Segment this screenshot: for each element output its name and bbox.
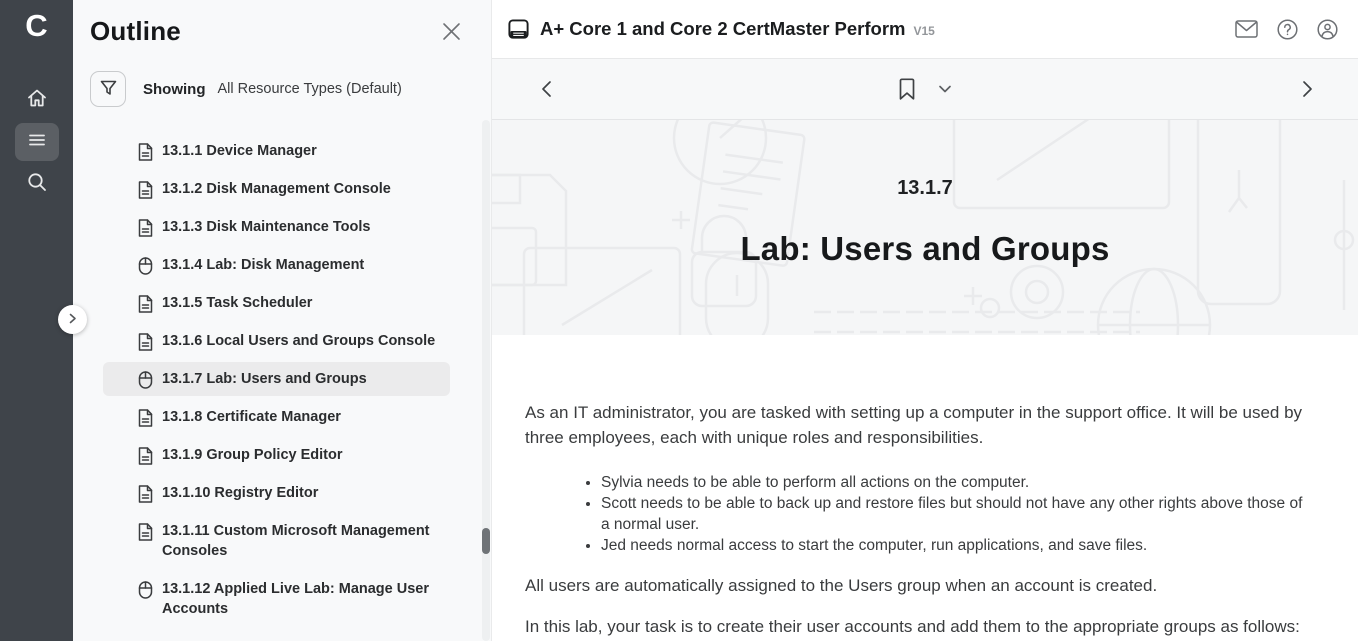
outline-item[interactable]: 13.1.6 Local Users and Groups Console (103, 324, 450, 358)
note-paragraph: All users are automatically assigned to … (525, 574, 1308, 599)
outline-item-label: 13.1.6 Local Users and Groups Console (162, 331, 435, 351)
lesson-hero-banner: 13.1.7 Lab: Users and Groups (492, 120, 1358, 335)
help-icon[interactable] (1277, 19, 1298, 40)
outline-item-label: 13.1.1 Device Manager (162, 141, 317, 161)
chevron-right-icon (67, 311, 78, 329)
bullet-item: Sylvia needs to be able to perform all a… (601, 472, 1308, 493)
outline-item-label: 13.1.3 Disk Maintenance Tools (162, 217, 370, 237)
page-title: Lab: Users and Groups (740, 230, 1109, 268)
bullet-list: Sylvia needs to be able to perform all a… (601, 472, 1308, 556)
bullet-item: Scott needs to be able to back up and re… (601, 493, 1308, 535)
lab-mouse-icon (138, 257, 153, 275)
bookmark-icon[interactable] (899, 78, 916, 100)
lesson-nav-bar (492, 59, 1358, 120)
outline-panel: Outline Showing All Resource Types (Defa… (73, 0, 492, 641)
outline-scrollbar-track[interactable] (482, 120, 490, 641)
main-area: A+ Core 1 and Core 2 CertMaster Perform … (492, 0, 1358, 641)
document-icon (138, 295, 153, 313)
outline-item-label: 13.1.2 Disk Management Console (162, 179, 391, 199)
outline-scrollbar-thumb[interactable] (482, 528, 490, 554)
sidebar-item-search[interactable] (15, 165, 59, 203)
showing-label: Showing (143, 81, 206, 98)
outline-item[interactable]: 13.1.8 Certificate Manager (103, 400, 450, 434)
outline-item[interactable]: 13.1.10 Registry Editor (103, 476, 450, 510)
outline-item-label: 13.1.12 Applied Live Lab: Manage User Ac… (162, 579, 440, 619)
document-icon (138, 219, 153, 237)
filter-funnel-icon (100, 80, 117, 99)
document-icon (138, 143, 153, 161)
filter-button[interactable] (90, 71, 126, 107)
outline-item-label: 13.1.5 Task Scheduler (162, 293, 312, 313)
course-title: A+ Core 1 and Core 2 CertMaster Perform (540, 18, 906, 40)
course-header: A+ Core 1 and Core 2 CertMaster Perform … (492, 0, 1358, 59)
outline-item-label: 13.1.9 Group Policy Editor (162, 445, 343, 465)
task-paragraph: In this lab, your task is to create thei… (525, 615, 1308, 640)
lesson-content[interactable]: 13.1.7 Lab: Users and Groups As an IT ad… (492, 120, 1358, 641)
document-icon (138, 181, 153, 199)
outline-item[interactable]: 13.1.9 Group Policy Editor (103, 438, 450, 472)
outline-item[interactable]: 13.1.1 Device Manager (103, 134, 450, 168)
document-icon (138, 485, 153, 503)
document-icon (138, 333, 153, 351)
document-icon (138, 409, 153, 427)
bullet-item: Jed needs normal access to start the com… (601, 535, 1308, 556)
close-icon[interactable] (438, 18, 465, 45)
lab-mouse-icon (138, 581, 153, 599)
sidebar-item-outline[interactable] (15, 123, 59, 161)
intro-paragraph: As an IT administrator, you are tasked w… (525, 401, 1308, 450)
menu-icon (25, 128, 49, 157)
section-number: 13.1.7 (897, 177, 953, 200)
home-icon (25, 86, 49, 115)
next-page-button[interactable] (1295, 74, 1320, 104)
panel-expand-button[interactable] (58, 305, 87, 334)
chevron-down-icon[interactable] (939, 85, 952, 93)
previous-page-button[interactable] (534, 74, 559, 104)
lab-scenario-text: As an IT administrator, you are tasked w… (492, 335, 1358, 639)
outline-item-label: 13.1.10 Registry Editor (162, 483, 318, 503)
outline-item[interactable]: 13.1.5 Task Scheduler (103, 286, 450, 320)
course-version: V15 (914, 24, 935, 38)
outline-item[interactable]: 13.1.7 Lab: Users and Groups (103, 362, 450, 396)
outline-list: 13.1.1 Device Manager 13.1.2 Disk Managem… (73, 134, 491, 626)
outline-item-label: 13.1.4 Lab: Disk Management (162, 255, 364, 275)
resource-type-filter-value[interactable]: All Resource Types (Default) (218, 81, 402, 97)
outline-item[interactable]: 13.1.2 Disk Management Console (103, 172, 450, 206)
sidebar-item-home[interactable] (15, 81, 59, 119)
outline-item-label: 13.1.7 Lab: Users and Groups (162, 369, 367, 389)
outline-item[interactable]: 13.1.11 Custom Microsoft Management Cons… (103, 514, 450, 568)
outline-panel-title: Outline (90, 16, 181, 47)
mail-icon[interactable] (1235, 20, 1258, 38)
outline-item-label: 13.1.11 Custom Microsoft Management Cons… (162, 521, 440, 561)
lab-mouse-icon (138, 371, 153, 389)
document-icon (138, 523, 153, 541)
outline-item[interactable]: 13.1.4 Lab: Disk Management (103, 248, 450, 282)
search-icon (25, 170, 49, 199)
tech-pattern-background (492, 120, 1358, 335)
app-logo: C (25, 10, 47, 41)
outline-item-label: 13.1.8 Certificate Manager (162, 407, 341, 427)
outline-item[interactable]: 13.1.12 Applied Live Lab: Manage User Ac… (103, 572, 450, 626)
course-icon (507, 18, 530, 41)
account-icon[interactable] (1317, 19, 1338, 40)
document-icon (138, 447, 153, 465)
outline-item[interactable]: 13.1.3 Disk Maintenance Tools (103, 210, 450, 244)
